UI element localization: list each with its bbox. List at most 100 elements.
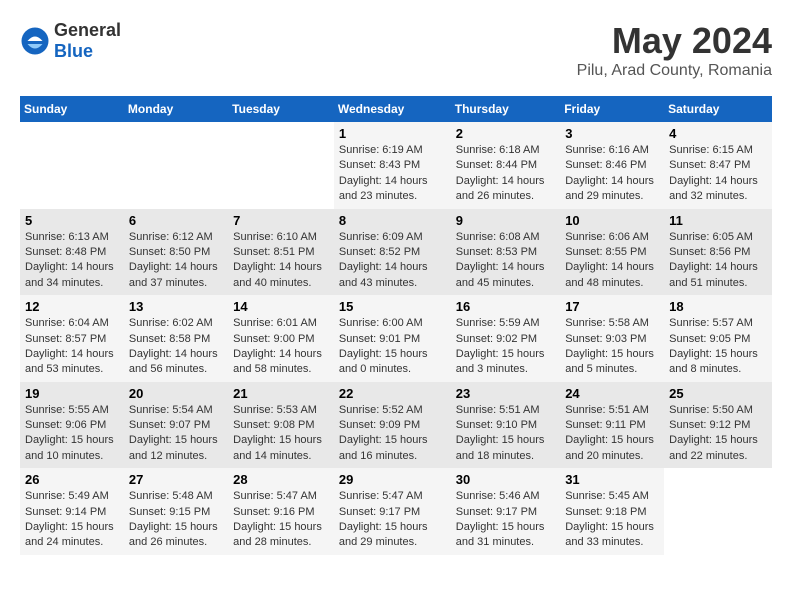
day-info: Sunrise: 5:49 AM Sunset: 9:14 PM Dayligh… — [25, 489, 119, 551]
calendar-cell: 23 Sunrise: 5:51 AM Sunset: 9:10 PM Dayl… — [451, 382, 560, 469]
day-number: 28 — [233, 472, 329, 487]
day-info: Sunrise: 5:50 AM Sunset: 9:12 PM Dayligh… — [669, 403, 767, 465]
sunrise: Sunrise: 6:04 AM — [25, 316, 119, 331]
sunrise: Sunrise: 6:00 AM — [339, 316, 446, 331]
sunset: Sunset: 8:57 PM — [25, 332, 119, 347]
day-info: Sunrise: 5:59 AM Sunset: 9:02 PM Dayligh… — [456, 316, 555, 378]
day-info: Sunrise: 5:48 AM Sunset: 9:15 PM Dayligh… — [129, 489, 223, 551]
sunrise: Sunrise: 6:06 AM — [565, 230, 659, 245]
day-info: Sunrise: 5:57 AM Sunset: 9:05 PM Dayligh… — [669, 316, 767, 378]
sunrise: Sunrise: 5:50 AM — [669, 403, 767, 418]
day-number: 31 — [565, 472, 659, 487]
daylight: Daylight: 14 hours and 34 minutes. — [25, 260, 119, 291]
day-number: 12 — [25, 299, 119, 314]
sunset: Sunset: 9:06 PM — [25, 418, 119, 433]
sunrise: Sunrise: 5:55 AM — [25, 403, 119, 418]
daylight: Daylight: 14 hours and 43 minutes. — [339, 260, 446, 291]
sunset: Sunset: 8:52 PM — [339, 245, 446, 260]
calendar-cell: 12 Sunrise: 6:04 AM Sunset: 8:57 PM Dayl… — [20, 295, 124, 382]
daylight: Daylight: 14 hours and 56 minutes. — [129, 347, 223, 378]
daylight: Daylight: 15 hours and 24 minutes. — [25, 520, 119, 551]
sunset: Sunset: 8:44 PM — [456, 158, 555, 173]
header-day: Tuesday — [228, 96, 334, 122]
day-number: 6 — [129, 213, 223, 228]
sunrise: Sunrise: 5:47 AM — [233, 489, 329, 504]
calendar-cell — [20, 122, 124, 209]
day-info: Sunrise: 5:46 AM Sunset: 9:17 PM Dayligh… — [456, 489, 555, 551]
sunrise: Sunrise: 6:05 AM — [669, 230, 767, 245]
day-number: 30 — [456, 472, 555, 487]
daylight: Daylight: 15 hours and 31 minutes. — [456, 520, 555, 551]
calendar-cell: 4 Sunrise: 6:15 AM Sunset: 8:47 PM Dayli… — [664, 122, 772, 209]
sunrise: Sunrise: 6:13 AM — [25, 230, 119, 245]
daylight: Daylight: 15 hours and 20 minutes. — [565, 433, 659, 464]
day-number: 21 — [233, 386, 329, 401]
day-number: 15 — [339, 299, 446, 314]
sunset: Sunset: 9:16 PM — [233, 505, 329, 520]
day-info: Sunrise: 5:51 AM Sunset: 9:10 PM Dayligh… — [456, 403, 555, 465]
month-title: May 2024 — [577, 20, 772, 62]
day-number: 25 — [669, 386, 767, 401]
day-info: Sunrise: 6:05 AM Sunset: 8:56 PM Dayligh… — [669, 230, 767, 292]
header-day: Sunday — [20, 96, 124, 122]
sunrise: Sunrise: 5:59 AM — [456, 316, 555, 331]
logo-icon — [20, 26, 50, 56]
calendar-cell: 14 Sunrise: 6:01 AM Sunset: 9:00 PM Dayl… — [228, 295, 334, 382]
calendar-cell: 15 Sunrise: 6:00 AM Sunset: 9:01 PM Dayl… — [334, 295, 451, 382]
day-info: Sunrise: 6:16 AM Sunset: 8:46 PM Dayligh… — [565, 143, 659, 205]
day-number: 20 — [129, 386, 223, 401]
sunset: Sunset: 9:05 PM — [669, 332, 767, 347]
sunset: Sunset: 8:53 PM — [456, 245, 555, 260]
daylight: Daylight: 14 hours and 53 minutes. — [25, 347, 119, 378]
calendar-cell: 9 Sunrise: 6:08 AM Sunset: 8:53 PM Dayli… — [451, 209, 560, 296]
sunrise: Sunrise: 5:51 AM — [565, 403, 659, 418]
calendar-cell — [124, 122, 228, 209]
calendar-cell: 2 Sunrise: 6:18 AM Sunset: 8:44 PM Dayli… — [451, 122, 560, 209]
calendar-cell — [664, 468, 772, 555]
daylight: Daylight: 14 hours and 48 minutes. — [565, 260, 659, 291]
day-number: 9 — [456, 213, 555, 228]
daylight: Daylight: 14 hours and 23 minutes. — [339, 174, 446, 205]
sunrise: Sunrise: 6:12 AM — [129, 230, 223, 245]
sunrise: Sunrise: 6:15 AM — [669, 143, 767, 158]
sunset: Sunset: 9:12 PM — [669, 418, 767, 433]
daylight: Daylight: 15 hours and 22 minutes. — [669, 433, 767, 464]
sunset: Sunset: 8:46 PM — [565, 158, 659, 173]
daylight: Daylight: 15 hours and 29 minutes. — [339, 520, 446, 551]
title-block: May 2024 Pilu, Arad County, Romania — [577, 20, 772, 80]
sunset: Sunset: 9:00 PM — [233, 332, 329, 347]
header-row: SundayMondayTuesdayWednesdayThursdayFrid… — [20, 96, 772, 122]
calendar-week-row: 19 Sunrise: 5:55 AM Sunset: 9:06 PM Dayl… — [20, 382, 772, 469]
day-number: 1 — [339, 126, 446, 141]
calendar-cell: 30 Sunrise: 5:46 AM Sunset: 9:17 PM Dayl… — [451, 468, 560, 555]
sunrise: Sunrise: 5:46 AM — [456, 489, 555, 504]
sunrise: Sunrise: 5:47 AM — [339, 489, 446, 504]
day-info: Sunrise: 6:10 AM Sunset: 8:51 PM Dayligh… — [233, 230, 329, 292]
sunset: Sunset: 8:47 PM — [669, 158, 767, 173]
logo: General Blue — [20, 20, 121, 62]
day-info: Sunrise: 5:58 AM Sunset: 9:03 PM Dayligh… — [565, 316, 659, 378]
day-info: Sunrise: 6:12 AM Sunset: 8:50 PM Dayligh… — [129, 230, 223, 292]
day-number: 8 — [339, 213, 446, 228]
day-number: 26 — [25, 472, 119, 487]
day-info: Sunrise: 6:18 AM Sunset: 8:44 PM Dayligh… — [456, 143, 555, 205]
calendar-cell: 29 Sunrise: 5:47 AM Sunset: 9:17 PM Dayl… — [334, 468, 451, 555]
sunrise: Sunrise: 6:01 AM — [233, 316, 329, 331]
day-number: 11 — [669, 213, 767, 228]
day-number: 7 — [233, 213, 329, 228]
daylight: Daylight: 14 hours and 32 minutes. — [669, 174, 767, 205]
daylight: Daylight: 14 hours and 26 minutes. — [456, 174, 555, 205]
daylight: Daylight: 15 hours and 12 minutes. — [129, 433, 223, 464]
calendar-cell: 6 Sunrise: 6:12 AM Sunset: 8:50 PM Dayli… — [124, 209, 228, 296]
calendar-table: SundayMondayTuesdayWednesdayThursdayFrid… — [20, 96, 772, 555]
sunrise: Sunrise: 5:57 AM — [669, 316, 767, 331]
sunset: Sunset: 9:09 PM — [339, 418, 446, 433]
sunset: Sunset: 9:08 PM — [233, 418, 329, 433]
daylight: Daylight: 15 hours and 26 minutes. — [129, 520, 223, 551]
header-day: Wednesday — [334, 96, 451, 122]
daylight: Daylight: 15 hours and 8 minutes. — [669, 347, 767, 378]
day-number: 17 — [565, 299, 659, 314]
sunset: Sunset: 9:17 PM — [339, 505, 446, 520]
day-info: Sunrise: 5:52 AM Sunset: 9:09 PM Dayligh… — [339, 403, 446, 465]
sunset: Sunset: 9:14 PM — [25, 505, 119, 520]
